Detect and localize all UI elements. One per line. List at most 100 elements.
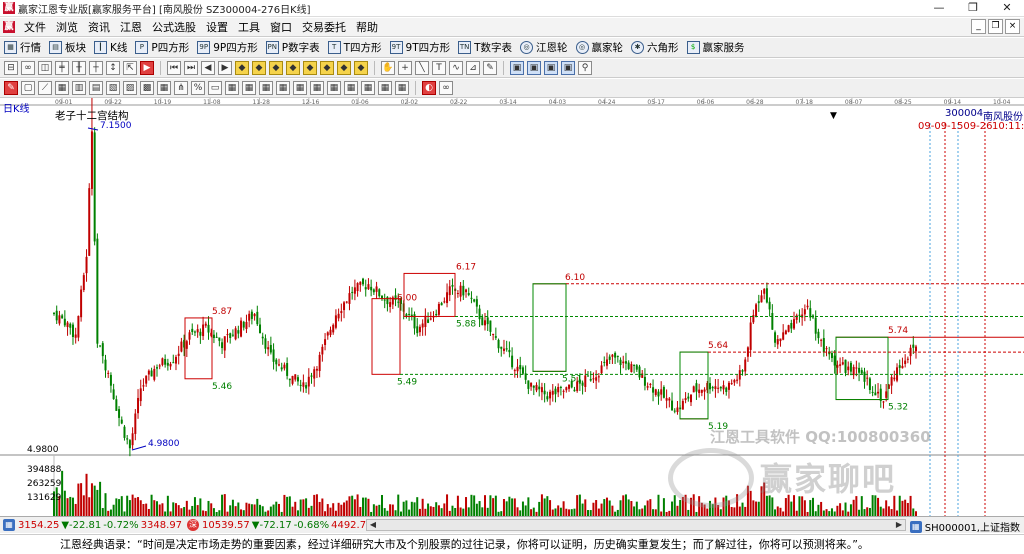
indicator-dropdown-icon[interactable]: ▼ [830, 111, 837, 121]
candle-up-icon[interactable]: ╪ [55, 61, 69, 75]
candle-down-icon[interactable]: ╫ [72, 61, 86, 75]
menu-info[interactable]: 资讯 [83, 19, 115, 35]
table-11-icon[interactable]: ▦ [395, 81, 409, 95]
toolbar-t-table[interactable]: TN T数字表 [454, 40, 516, 55]
table-1-icon[interactable]: ▦ [225, 81, 239, 95]
price-annotation: 6.10 [565, 273, 585, 283]
diamond-1-icon[interactable]: ◆ [235, 61, 249, 75]
horizontal-scrollbar[interactable]: ◀ ▶ [366, 519, 906, 531]
mdi-restore-button[interactable]: ❐ [988, 19, 1003, 34]
table-3-icon[interactable]: ▦ [259, 81, 273, 95]
menu-app-icon[interactable]: 赢 [3, 21, 15, 33]
arrow-icon[interactable]: ↕ [106, 61, 120, 75]
line-icon[interactable]: ╲ [415, 61, 429, 75]
toolbar-winner-wheel[interactable]: ◎ 赢家轮 [572, 40, 628, 55]
menu-browse[interactable]: 浏览 [51, 19, 83, 35]
infinity-icon[interactable]: ∞ [439, 81, 453, 95]
toolbar-9p-square[interactable]: 9P 9P四方形 [193, 40, 262, 55]
first-icon[interactable]: ⏮ [167, 61, 181, 75]
toolbar-t-square[interactable]: T T四方形 [324, 40, 386, 55]
close-button[interactable]: ✕ [990, 0, 1024, 17]
diamond-3-icon[interactable]: ◆ [269, 61, 283, 75]
link-icon[interactable]: ⚲ [578, 61, 592, 75]
chart-tool-3-icon[interactable]: ▩ [140, 81, 154, 95]
scroll-right-icon[interactable]: ▶ [893, 519, 905, 531]
toolbar-sectors[interactable]: ▤ 板块 [45, 40, 90, 55]
chart-tool-4-icon[interactable]: ▦ [157, 81, 171, 95]
text-icon[interactable]: T [432, 61, 446, 75]
menu-window[interactable]: 窗口 [265, 19, 297, 35]
table-9-icon[interactable]: ▦ [361, 81, 375, 95]
prev-icon[interactable]: ◀ [201, 61, 215, 75]
table-5-icon[interactable]: ▦ [293, 81, 307, 95]
grid-icon[interactable]: ▦ [3, 519, 15, 531]
toolbar-hexagon[interactable]: ✱ 六角形 [627, 40, 683, 55]
hand-icon[interactable]: ✋ [381, 61, 395, 75]
pen-icon[interactable]: ✎ [4, 81, 18, 95]
table-10-icon[interactable]: ▦ [378, 81, 392, 95]
expand-icon[interactable]: ⇱ [123, 61, 137, 75]
percent-icon[interactable]: % [191, 81, 205, 95]
diamond-2-icon[interactable]: ◆ [252, 61, 266, 75]
mixed-icon[interactable]: ▤ [89, 81, 103, 95]
grid-tool-icon[interactable]: ▥ [72, 81, 86, 95]
diamond-7-icon[interactable]: ◆ [337, 61, 351, 75]
menu-settings[interactable]: 设置 [201, 19, 233, 35]
toolbar-p-table[interactable]: PN P数字表 [262, 40, 324, 55]
last-icon[interactable]: ⏭ [184, 61, 198, 75]
window-2-icon[interactable]: ▣ [527, 61, 541, 75]
toolbar-quotes[interactable]: ▦ 行情 [0, 40, 45, 55]
next-icon[interactable]: ▶ [218, 61, 232, 75]
candle-body [259, 324, 262, 334]
bars-icon[interactable]: ┼ [89, 61, 103, 75]
toolbar-gann-wheel[interactable]: ◎ 江恩轮 [516, 40, 572, 55]
mdi-minimize-button[interactable]: _ [971, 19, 986, 34]
fan-icon[interactable]: ⊿ [466, 61, 480, 75]
toolbar-service[interactable]: $ 赢家服务 [683, 40, 749, 55]
index-grid-icon[interactable]: ▦ [909, 520, 922, 533]
scroll-left-icon[interactable]: ◀ [367, 519, 379, 531]
table-6-icon[interactable]: ▦ [310, 81, 324, 95]
curve-icon[interactable]: ∿ [449, 61, 463, 75]
minimize-button[interactable]: — [922, 0, 956, 17]
mdi-close-button[interactable]: × [1005, 19, 1020, 34]
menu-file[interactable]: 文件 [19, 19, 51, 35]
fork-icon[interactable]: ⋔ [174, 81, 188, 95]
menu-tools[interactable]: 工具 [233, 19, 265, 35]
crosshair-icon[interactable]: + [398, 61, 412, 75]
delete-icon[interactable]: ✎ [483, 61, 497, 75]
diamond-6-icon[interactable]: ◆ [320, 61, 334, 75]
chart-tool-2-icon[interactable]: ▨ [123, 81, 137, 95]
toolbar-kline[interactable]: ┃ K线 [90, 40, 131, 55]
window-1-icon[interactable]: ▣ [510, 61, 524, 75]
volume-bar [779, 507, 782, 516]
menu-formula[interactable]: 公式选股 [147, 19, 201, 35]
diamond-5-icon[interactable]: ◆ [303, 61, 317, 75]
globe-icon[interactable]: ◐ [422, 81, 436, 95]
diamond-8-icon[interactable]: ◆ [354, 61, 368, 75]
candle-body [229, 333, 232, 338]
diagonal-icon[interactable]: ⟋ [38, 81, 52, 95]
table-7-icon[interactable]: ▦ [327, 81, 341, 95]
window-3-icon[interactable]: ▣ [544, 61, 558, 75]
menu-gann[interactable]: 江恩 [115, 19, 147, 35]
square-icon[interactable]: ▢ [21, 81, 35, 95]
window-4-icon[interactable]: ▣ [561, 61, 575, 75]
box-icon[interactable]: ◫ [38, 61, 52, 75]
diamond-4-icon[interactable]: ◆ [286, 61, 300, 75]
chart-tool-icon[interactable]: ▧ [106, 81, 120, 95]
table-8-icon[interactable]: ▦ [344, 81, 358, 95]
cycle-icon[interactable]: ∞ [21, 61, 35, 75]
toolbar-9t-square[interactable]: 9T 9T四方形 [386, 40, 455, 55]
calendar-icon[interactable]: ▦ [55, 81, 69, 95]
maximize-button[interactable]: ❐ [956, 0, 990, 17]
table-2-icon[interactable]: ▦ [242, 81, 256, 95]
menu-help[interactable]: 帮助 [351, 19, 383, 35]
toolbar-p-square[interactable]: P P四方形 [131, 40, 193, 55]
mark-icon[interactable]: ▶ [140, 61, 154, 75]
ruler-icon[interactable]: ▭ [208, 81, 222, 95]
kline-chart[interactable]: 09-01 09-22 10-19 11-08 11-28 12-16 01-06 02-02… [0, 98, 1024, 516]
table-4-icon[interactable]: ▦ [276, 81, 290, 95]
menu-trade[interactable]: 交易委托 [297, 19, 351, 35]
chart-type-icon[interactable]: ⊟ [4, 61, 18, 75]
